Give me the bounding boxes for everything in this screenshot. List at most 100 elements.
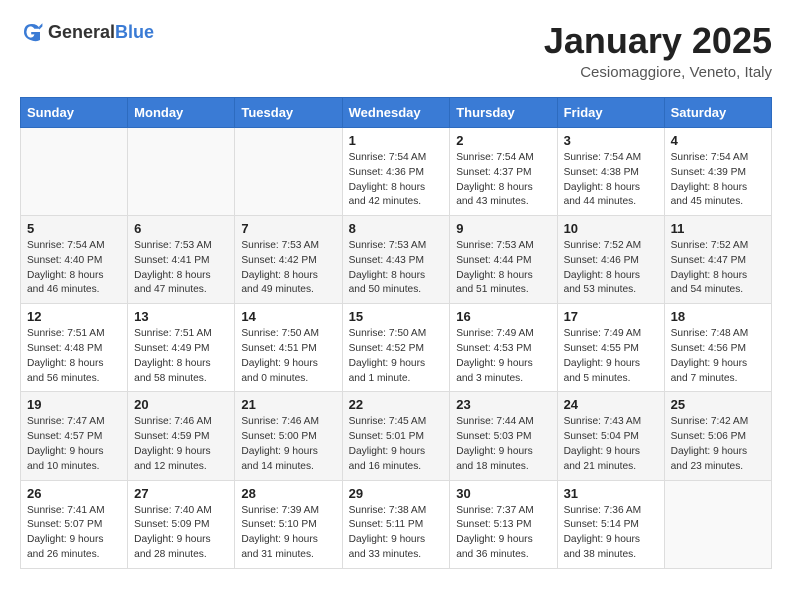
day-info: Sunrise: 7:50 AM Sunset: 4:51 PM Dayligh… bbox=[241, 327, 335, 386]
day-info: Sunrise: 7:48 AM Sunset: 4:56 PM Dayligh… bbox=[671, 327, 765, 386]
calendar-cell: 3Sunrise: 7:54 AM Sunset: 4:38 PM Daylig… bbox=[557, 128, 664, 216]
day-number: 25 bbox=[671, 397, 765, 412]
day-info: Sunrise: 7:46 AM Sunset: 5:00 PM Dayligh… bbox=[241, 415, 335, 474]
day-info: Sunrise: 7:49 AM Sunset: 4:53 PM Dayligh… bbox=[456, 327, 550, 386]
day-number: 7 bbox=[241, 221, 335, 236]
calendar-cell: 28 Sunrise: 7:39 AM Sunset: 5:10 PM Dayli… bbox=[235, 480, 342, 568]
day-number: 1 bbox=[349, 133, 444, 148]
day-number: 15 bbox=[349, 309, 444, 324]
calendar-cell: 8 Sunrise: 7:53 AM Sunset: 4:43 PM Daylig… bbox=[342, 216, 450, 304]
calendar-cell: 25 Sunrise: 7:42 AM Sunset: 5:06 PM Dayli… bbox=[664, 392, 771, 480]
day-info: Sunrise: 7:54 AM Sunset: 4:40 PM Dayligh… bbox=[27, 239, 121, 298]
day-number: 30 bbox=[456, 486, 550, 501]
calendar-cell: 2Sunrise: 7:54 AM Sunset: 4:37 PM Daylig… bbox=[450, 128, 557, 216]
day-number: 9 bbox=[456, 221, 550, 236]
logo: GeneralBlue bbox=[20, 20, 154, 44]
day-number: 20 bbox=[134, 397, 228, 412]
calendar-table: SundayMondayTuesdayWednesdayThursdayFrid… bbox=[20, 97, 772, 569]
calendar-week-row: 12 Sunrise: 7:51 AM Sunset: 4:48 PM Dayli… bbox=[21, 304, 772, 392]
day-info: Sunrise: 7:47 AM Sunset: 4:57 PM Dayligh… bbox=[27, 415, 121, 474]
day-info: Sunrise: 7:37 AM Sunset: 5:13 PM Dayligh… bbox=[456, 504, 550, 563]
calendar-cell: 10 Sunrise: 7:52 AM Sunset: 4:46 PM Dayli… bbox=[557, 216, 664, 304]
calendar-week-row: 5 Sunrise: 7:54 AM Sunset: 4:40 PM Daylig… bbox=[21, 216, 772, 304]
calendar-cell: 4 Sunrise: 7:54 AM Sunset: 4:39 PM Daylig… bbox=[664, 128, 771, 216]
day-info: Sunrise: 7:53 AM Sunset: 4:41 PM Dayligh… bbox=[134, 239, 228, 298]
day-number: 8 bbox=[349, 221, 444, 236]
weekday-header-wednesday: Wednesday bbox=[342, 98, 450, 128]
title-area: January 2025 Cesiomaggiore, Veneto, Ital… bbox=[544, 20, 772, 81]
day-number: 2 bbox=[456, 133, 550, 148]
calendar-cell bbox=[21, 128, 128, 216]
day-number: 3 bbox=[564, 133, 658, 148]
calendar-week-row: 19Sunrise: 7:47 AM Sunset: 4:57 PM Dayli… bbox=[21, 392, 772, 480]
day-info: Sunrise: 7:42 AM Sunset: 5:06 PM Dayligh… bbox=[671, 415, 765, 474]
day-info: Sunrise: 7:52 AM Sunset: 4:46 PM Dayligh… bbox=[564, 239, 658, 298]
day-info: Sunrise: 7:45 AM Sunset: 5:01 PM Dayligh… bbox=[349, 415, 444, 474]
day-info: Sunrise: 7:50 AM Sunset: 4:52 PM Dayligh… bbox=[349, 327, 444, 386]
calendar-cell: 26 Sunrise: 7:41 AM Sunset: 5:07 PM Dayli… bbox=[21, 480, 128, 568]
day-number: 28 bbox=[241, 486, 335, 501]
calendar-cell: 17 Sunrise: 7:49 AM Sunset: 4:55 PM Dayli… bbox=[557, 304, 664, 392]
calendar-cell: 20 Sunrise: 7:46 AM Sunset: 4:59 PM Dayli… bbox=[128, 392, 235, 480]
calendar-cell: 6 Sunrise: 7:53 AM Sunset: 4:41 PM Daylig… bbox=[128, 216, 235, 304]
calendar-week-row: 26 Sunrise: 7:41 AM Sunset: 5:07 PM Dayli… bbox=[21, 480, 772, 568]
day-number: 22 bbox=[349, 397, 444, 412]
page-header: GeneralBlue January 2025 Cesiomaggiore, … bbox=[20, 20, 772, 81]
calendar-cell: 21Sunrise: 7:46 AM Sunset: 5:00 PM Dayli… bbox=[235, 392, 342, 480]
day-info: Sunrise: 7:46 AM Sunset: 4:59 PM Dayligh… bbox=[134, 415, 228, 474]
calendar-cell: 30 Sunrise: 7:37 AM Sunset: 5:13 PM Dayli… bbox=[450, 480, 557, 568]
day-number: 4 bbox=[671, 133, 765, 148]
day-number: 23 bbox=[456, 397, 550, 412]
day-number: 14 bbox=[241, 309, 335, 324]
calendar-cell: 18 Sunrise: 7:48 AM Sunset: 4:56 PM Dayli… bbox=[664, 304, 771, 392]
day-info: Sunrise: 7:53 AM Sunset: 4:44 PM Dayligh… bbox=[456, 239, 550, 298]
day-info: Sunrise: 7:39 AM Sunset: 5:10 PM Dayligh… bbox=[241, 504, 335, 563]
day-number: 12 bbox=[27, 309, 121, 324]
day-info: Sunrise: 7:51 AM Sunset: 4:48 PM Dayligh… bbox=[27, 327, 121, 386]
weekday-header-tuesday: Tuesday bbox=[235, 98, 342, 128]
calendar-cell: 15 Sunrise: 7:50 AM Sunset: 4:52 PM Dayli… bbox=[342, 304, 450, 392]
day-number: 16 bbox=[456, 309, 550, 324]
calendar-subtitle: Cesiomaggiore, Veneto, Italy bbox=[544, 64, 772, 81]
calendar-cell bbox=[235, 128, 342, 216]
day-number: 10 bbox=[564, 221, 658, 236]
day-number: 26 bbox=[27, 486, 121, 501]
calendar-cell: 29 Sunrise: 7:38 AM Sunset: 5:11 PM Dayli… bbox=[342, 480, 450, 568]
calendar-cell: 19Sunrise: 7:47 AM Sunset: 4:57 PM Dayli… bbox=[21, 392, 128, 480]
weekday-header-thursday: Thursday bbox=[450, 98, 557, 128]
day-number: 31 bbox=[564, 486, 658, 501]
day-number: 11 bbox=[671, 221, 765, 236]
day-info: Sunrise: 7:38 AM Sunset: 5:11 PM Dayligh… bbox=[349, 504, 444, 563]
day-info: Sunrise: 7:53 AM Sunset: 4:42 PM Dayligh… bbox=[241, 239, 335, 298]
weekday-header-friday: Friday bbox=[557, 98, 664, 128]
weekday-header-saturday: Saturday bbox=[664, 98, 771, 128]
weekday-header-sunday: Sunday bbox=[21, 98, 128, 128]
logo-text-blue: Blue bbox=[115, 22, 154, 42]
day-number: 18 bbox=[671, 309, 765, 324]
day-number: 13 bbox=[134, 309, 228, 324]
calendar-cell: 7 Sunrise: 7:53 AM Sunset: 4:42 PM Daylig… bbox=[235, 216, 342, 304]
calendar-cell bbox=[128, 128, 235, 216]
day-info: Sunrise: 7:53 AM Sunset: 4:43 PM Dayligh… bbox=[349, 239, 444, 298]
day-number: 29 bbox=[349, 486, 444, 501]
day-number: 5 bbox=[27, 221, 121, 236]
calendar-cell: 14 Sunrise: 7:50 AM Sunset: 4:51 PM Dayli… bbox=[235, 304, 342, 392]
day-number: 24 bbox=[564, 397, 658, 412]
calendar-cell: 9 Sunrise: 7:53 AM Sunset: 4:44 PM Daylig… bbox=[450, 216, 557, 304]
calendar-cell: 13Sunrise: 7:51 AM Sunset: 4:49 PM Dayli… bbox=[128, 304, 235, 392]
day-info: Sunrise: 7:52 AM Sunset: 4:47 PM Dayligh… bbox=[671, 239, 765, 298]
calendar-title: January 2025 bbox=[544, 20, 772, 62]
calendar-cell: 12 Sunrise: 7:51 AM Sunset: 4:48 PM Dayli… bbox=[21, 304, 128, 392]
calendar-cell bbox=[664, 480, 771, 568]
day-info: Sunrise: 7:54 AM Sunset: 4:39 PM Dayligh… bbox=[671, 151, 765, 210]
day-info: Sunrise: 7:43 AM Sunset: 5:04 PM Dayligh… bbox=[564, 415, 658, 474]
day-number: 6 bbox=[134, 221, 228, 236]
calendar-cell: 23Sunrise: 7:44 AM Sunset: 5:03 PM Dayli… bbox=[450, 392, 557, 480]
day-number: 17 bbox=[564, 309, 658, 324]
weekday-header-row: SundayMondayTuesdayWednesdayThursdayFrid… bbox=[21, 98, 772, 128]
calendar-cell: 27Sunrise: 7:40 AM Sunset: 5:09 PM Dayli… bbox=[128, 480, 235, 568]
calendar-cell: 31Sunrise: 7:36 AM Sunset: 5:14 PM Dayli… bbox=[557, 480, 664, 568]
day-info: Sunrise: 7:49 AM Sunset: 4:55 PM Dayligh… bbox=[564, 327, 658, 386]
logo-text-general: General bbox=[48, 22, 115, 42]
day-info: Sunrise: 7:41 AM Sunset: 5:07 PM Dayligh… bbox=[27, 504, 121, 563]
